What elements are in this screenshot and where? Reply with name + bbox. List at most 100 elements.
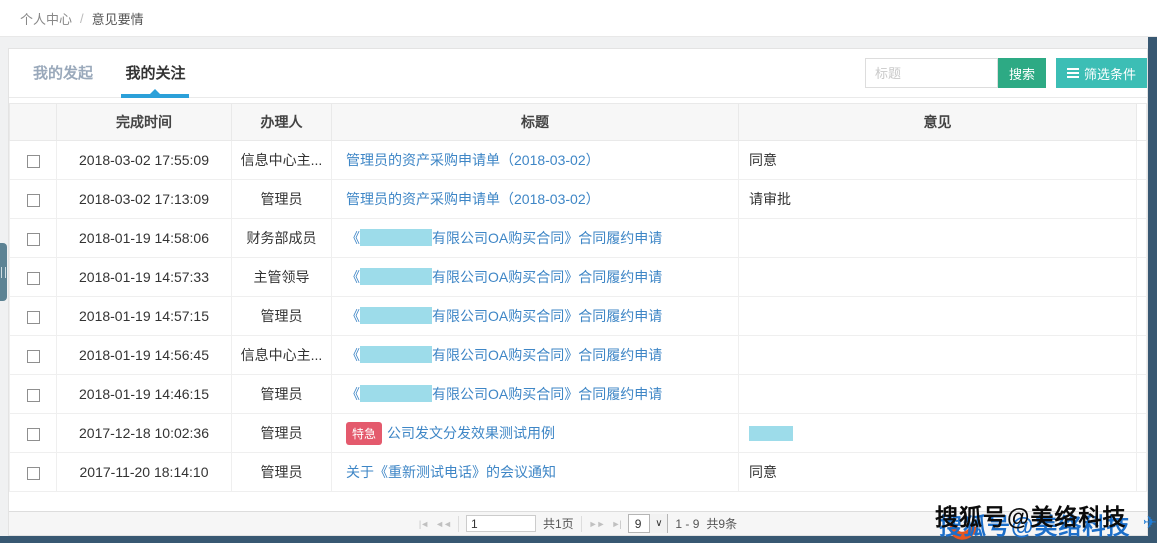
row-spacer	[1137, 297, 1147, 336]
breadcrumb: 个人中心 / 意见要情	[0, 0, 1157, 37]
row-spacer	[1137, 414, 1147, 453]
page-size-value: 9	[629, 517, 650, 531]
table-row: 2018-01-19 14:58:06 财务部成员 《有限公司OA购买合同》合同…	[10, 219, 1147, 258]
title-link[interactable]: 《有限公司OA购买合同》合同履约申请	[346, 308, 662, 324]
header-checkbox	[10, 104, 57, 141]
table-row: 2017-12-18 10:02:36 管理员 特急公司发文分发效果测试用例	[10, 414, 1147, 453]
row-spacer	[1137, 180, 1147, 219]
row-checkbox[interactable]	[27, 428, 40, 441]
first-page-icon[interactable]: |◄	[419, 519, 428, 529]
title-link[interactable]: 《有限公司OA购买合同》合同履约申请	[346, 347, 662, 363]
breadcrumb-parent[interactable]: 个人中心	[20, 9, 72, 28]
title-suffix: 有限公司OA购买合同》合同履约申请	[432, 386, 662, 402]
pager-divider	[581, 516, 582, 532]
opinion-text	[739, 297, 1137, 336]
completion-time: 2018-01-19 14:46:15	[57, 375, 232, 414]
row-spacer	[1137, 258, 1147, 297]
table-header-row: 完成时间 办理人 标题 意见	[10, 104, 1147, 141]
search-button[interactable]: 搜索	[998, 58, 1046, 88]
redacted-opinion	[749, 426, 793, 441]
redacted-company-name	[360, 229, 432, 246]
filter-button[interactable]: 筛选条件	[1056, 58, 1147, 88]
redacted-company-name	[360, 307, 432, 324]
completion-time: 2018-01-19 14:56:45	[57, 336, 232, 375]
handler-name: 管理员	[232, 414, 332, 453]
opinion-text: 同意	[739, 141, 1137, 180]
table-row: 2018-01-19 14:46:15 管理员 《有限公司OA购买合同》合同履约…	[10, 375, 1147, 414]
completion-time: 2018-01-19 14:57:15	[57, 297, 232, 336]
search-group: 搜索 筛选条件	[865, 58, 1147, 88]
last-page-icon[interactable]: ►|	[611, 519, 620, 529]
filter-list-icon	[1067, 68, 1079, 78]
title-link[interactable]: 公司发文分发效果测试用例	[387, 425, 555, 441]
chevron-down-icon: ∨	[649, 514, 667, 533]
title-link[interactable]: 《有限公司OA购买合同》合同履约申请	[346, 269, 662, 285]
title-suffix: 有限公司OA购买合同》合同履约申请	[432, 230, 662, 246]
title-link[interactable]: 《有限公司OA购买合同》合同履约申请	[346, 386, 662, 402]
row-checkbox[interactable]	[27, 155, 40, 168]
pager-divider	[458, 516, 459, 532]
opinions-table: 完成时间 办理人 标题 意见 2018-03-02 17:55:09 信息中心主…	[9, 103, 1147, 492]
tab-my-initiated[interactable]: 我的发起	[29, 49, 97, 98]
page-size-select[interactable]: 9 ∨	[628, 514, 669, 533]
row-checkbox[interactable]	[27, 350, 40, 363]
opinion-text	[739, 375, 1137, 414]
title-prefix: 《	[346, 230, 360, 246]
title-prefix: 《	[346, 269, 360, 285]
page-total-label: 共1页	[543, 515, 574, 532]
title-suffix: 有限公司OA购买合同》合同履约申请	[432, 347, 662, 363]
table-row: 2017-11-20 18:14:10 管理员 关于《重新测试电话》的会议通知 …	[10, 453, 1147, 492]
row-checkbox[interactable]	[27, 194, 40, 207]
table-row: 2018-03-02 17:13:09 管理员 管理员的资产采购申请单（2018…	[10, 180, 1147, 219]
row-spacer	[1137, 375, 1147, 414]
table-row: 2018-01-19 14:57:33 主管领导 《有限公司OA购买合同》合同履…	[10, 258, 1147, 297]
row-checkbox[interactable]	[27, 389, 40, 402]
header-time: 完成时间	[57, 104, 232, 141]
completion-time: 2017-12-18 10:02:36	[57, 414, 232, 453]
title-link[interactable]: 管理员的资产采购申请单（2018-03-02）	[346, 191, 600, 207]
title-link[interactable]: 《 有限公司OA购买合同》合同履约申请	[346, 230, 662, 246]
row-checkbox[interactable]	[27, 467, 40, 480]
handler-name: 管理员	[232, 453, 332, 492]
redacted-company-name	[360, 385, 432, 402]
row-checkbox[interactable]	[27, 272, 40, 285]
right-frame-bar	[1148, 37, 1157, 543]
opinion-text	[739, 219, 1137, 258]
search-input[interactable]	[865, 58, 998, 88]
row-spacer	[1137, 219, 1147, 258]
row-spacer	[1137, 336, 1147, 375]
completion-time: 2018-03-02 17:13:09	[57, 180, 232, 219]
title-prefix: 《	[346, 308, 360, 324]
prev-page-icon[interactable]: ◄◄	[435, 519, 451, 529]
pagination-bar: |◄ ◄◄ 共1页 ►► ►| 9 ∨ 1 - 9 共9条	[9, 511, 1147, 535]
header-handler: 办理人	[232, 104, 332, 141]
opinion-text: 同意	[739, 453, 1137, 492]
title-link[interactable]: 管理员的资产采购申请单（2018-03-02）	[346, 152, 600, 168]
filter-button-label: 筛选条件	[1084, 64, 1136, 83]
content-panel: 我的发起 我的关注 搜索 筛选条件 完成时间 办理人 标题 意见 2018-03…	[8, 48, 1148, 536]
row-checkbox[interactable]	[27, 233, 40, 246]
completion-time: 2017-11-20 18:14:10	[57, 453, 232, 492]
handler-name: 信息中心主...	[232, 336, 332, 375]
table-row: 2018-03-02 17:55:09 信息中心主... 管理员的资产采购申请单…	[10, 141, 1147, 180]
opinion-text: 请审批	[739, 180, 1137, 219]
record-range-label: 1 - 9	[675, 517, 699, 531]
bottom-frame-bar	[0, 536, 1157, 543]
redacted-company-name	[360, 346, 432, 363]
title-link[interactable]: 关于《重新测试电话》的会议通知	[346, 464, 556, 480]
breadcrumb-current: 意见要情	[92, 9, 144, 28]
table-row: 2018-01-19 14:56:45 信息中心主... 《有限公司OA购买合同…	[10, 336, 1147, 375]
tab-my-followed[interactable]: 我的关注	[121, 49, 189, 98]
completion-time: 2018-01-19 14:57:33	[57, 258, 232, 297]
next-page-icon[interactable]: ►►	[589, 519, 605, 529]
opinion-text	[739, 336, 1137, 375]
header-opinion: 意见	[739, 104, 1137, 141]
page-number-input[interactable]	[466, 515, 536, 532]
row-checkbox[interactable]	[27, 311, 40, 324]
record-total-label: 共9条	[706, 515, 737, 532]
urgent-badge: 特急	[346, 422, 382, 445]
sidebar-toggle-handle[interactable]	[0, 243, 7, 301]
table-row: 2018-01-19 14:57:15 管理员 《有限公司OA购买合同》合同履约…	[10, 297, 1147, 336]
handler-name: 管理员	[232, 375, 332, 414]
opinion-text	[739, 258, 1137, 297]
